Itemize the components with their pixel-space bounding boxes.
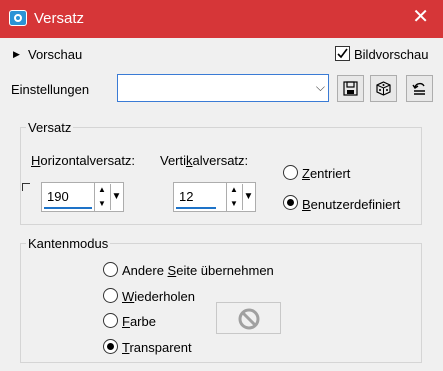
settings-preset-dropdown[interactable]: ⌵ [117,74,329,102]
slider-dropdown-icon[interactable]: ▼ [242,184,254,210]
settings-label: Einstellungen [11,82,90,97]
radio-benutzerdefiniert[interactable] [283,195,298,210]
chevron-down-icon: ⌵ [315,80,325,94]
radio-transparent[interactable] [103,339,118,354]
radio-benutzerdefiniert-label[interactable]: Benutzerdefiniert [302,197,400,212]
radio-zentriert-label[interactable]: Zentriert [302,166,350,181]
horizontal-offset-value[interactable]: 190 [47,189,69,204]
bildvorschau-checkbox[interactable] [335,46,350,61]
reset-button[interactable] [406,75,433,102]
radio-farbe[interactable] [103,313,118,328]
radio-wiederholen-label[interactable]: Wiederholen [122,289,195,304]
title-bar: Versatz ✕ [0,0,443,38]
radio-andere-seite[interactable] [103,262,118,277]
preview-toggle-label[interactable]: Vorschau [28,47,82,62]
color-swatch-button[interactable] [216,302,281,334]
vertical-offset-value[interactable]: 12 [179,189,193,204]
save-preset-button[interactable] [337,75,364,102]
slider-dropdown-icon[interactable]: ▼ [110,184,122,210]
versatz-group-label: Versatz [26,120,74,135]
camera-app-icon [9,10,27,26]
increment-down-icon[interactable]: ▼ [229,197,239,210]
reset-icon [412,82,425,95]
no-color-icon [238,308,260,330]
check-icon [337,48,348,59]
radio-zentriert[interactable] [283,165,298,180]
close-button[interactable]: ✕ [412,7,429,27]
horizontal-offset-spinner[interactable]: 190 ▲ ▼ ▼ [41,182,124,212]
radio-transparent-label[interactable]: Transparent [122,340,192,355]
link-bracket [22,183,30,191]
radio-farbe-label[interactable]: Farbe [122,314,156,329]
radio-wiederholen[interactable] [103,288,118,303]
increment-down-icon[interactable]: ▼ [97,197,107,210]
kantenmodus-group-label: Kantenmodus [26,236,111,251]
increment-up-icon[interactable]: ▲ [97,183,107,196]
vertical-offset-label: Vertikalversatz: [160,153,249,168]
window-title: Versatz [34,10,85,27]
save-icon [343,81,358,96]
horizontal-offset-underline [44,207,92,209]
bildvorschau-label[interactable]: Bildvorschau [354,47,428,62]
radio-andere-seite-label[interactable]: Andere Seite übernehmen [122,263,274,278]
dice-icon [376,81,391,96]
vertical-offset-spinner[interactable]: 12 ▲ ▼ ▼ [173,182,256,212]
randomize-button[interactable] [370,75,397,102]
vertical-offset-underline [176,207,216,209]
horizontal-offset-label: Horizontalversatz: [31,153,136,168]
increment-up-icon[interactable]: ▲ [229,183,239,196]
triangle-right-icon[interactable]: ▶ [13,49,20,60]
